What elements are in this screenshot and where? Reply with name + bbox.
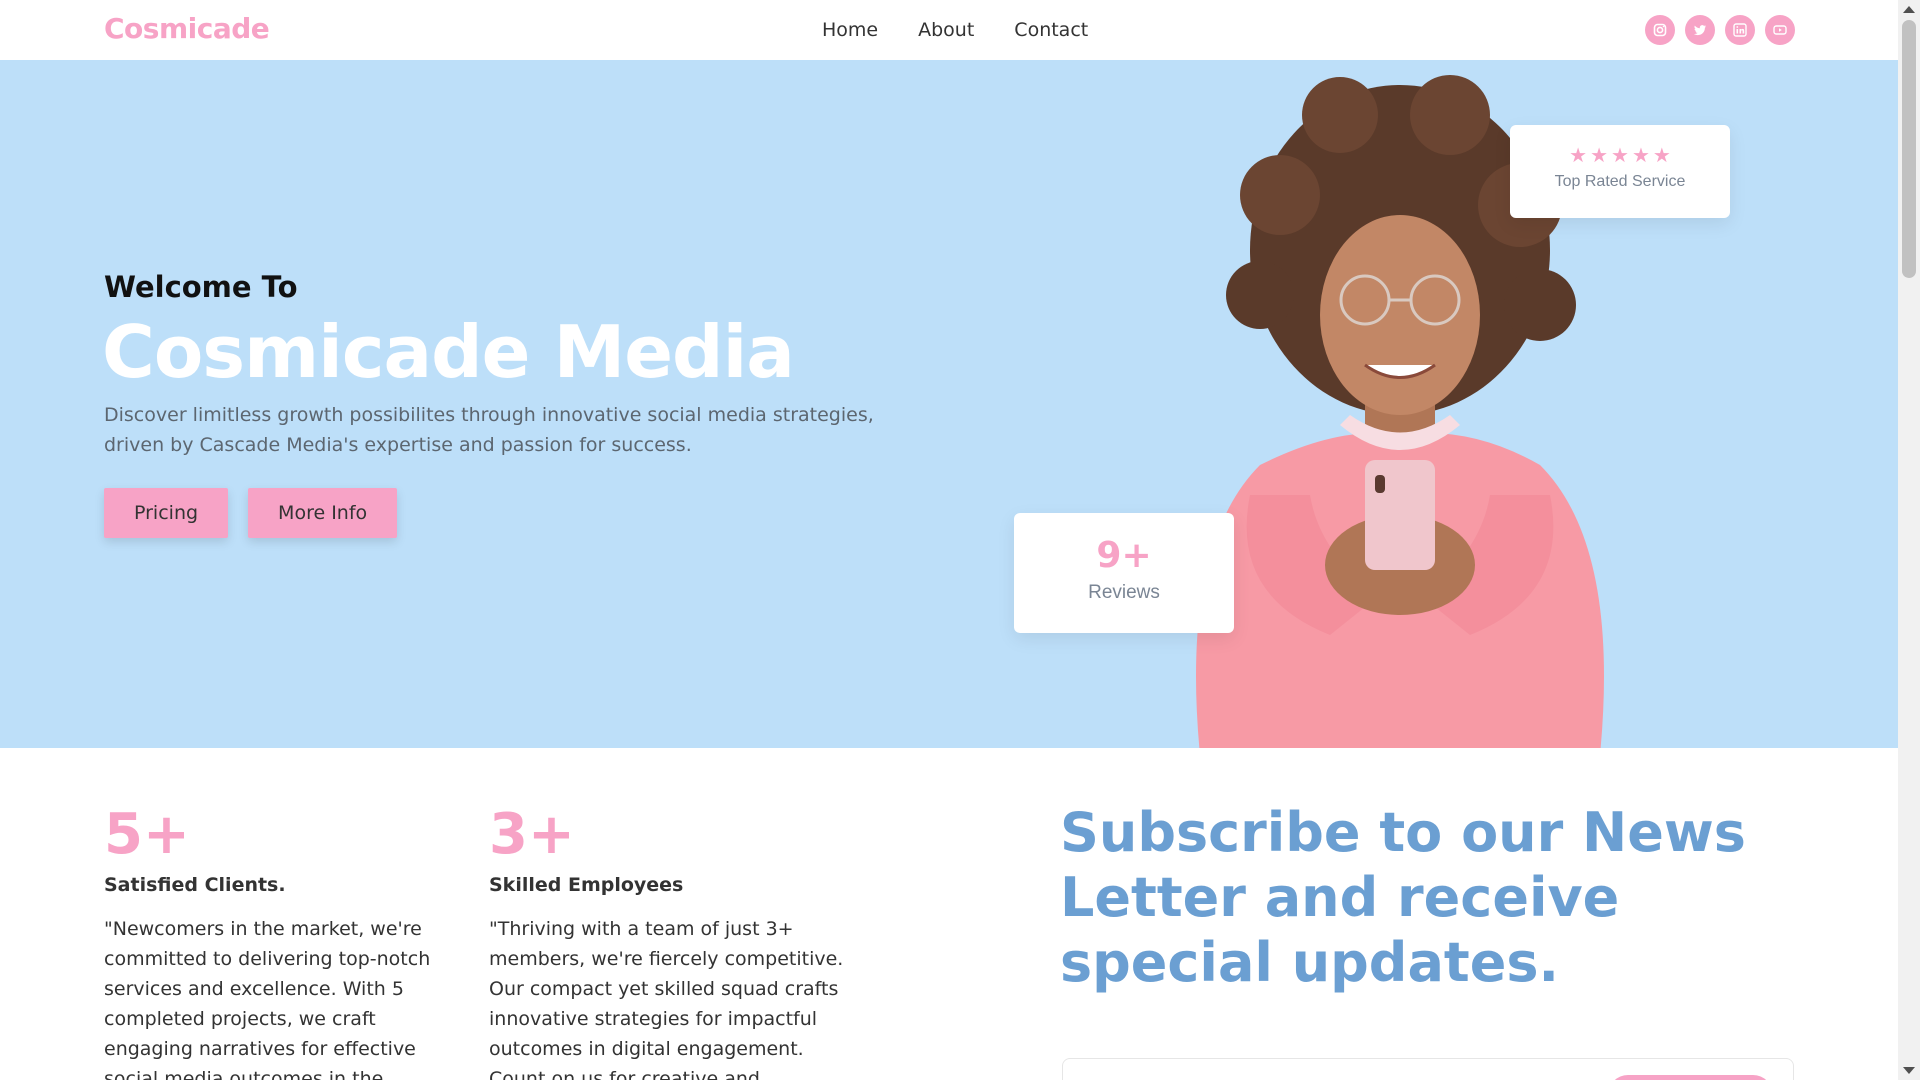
navbar: Cosmicade Home About Contact bbox=[0, 0, 1898, 60]
rating-stars: ★ ★ ★ ★ ★ bbox=[1510, 145, 1730, 165]
stat-number: 3+ bbox=[489, 802, 575, 867]
stat-clients: 5+ Satisfied Clients. "Newcomers in the … bbox=[104, 800, 464, 1080]
nav-links: Home About Contact bbox=[822, 19, 1088, 41]
stat-text: "Newcomers in the market, we're committe… bbox=[104, 918, 431, 1080]
stat-number: 5+ bbox=[104, 802, 190, 867]
pricing-button[interactable]: Pricing bbox=[104, 488, 229, 538]
nav-link-contact[interactable]: Contact bbox=[1014, 19, 1088, 41]
reviews-card: 9+ Reviews bbox=[1014, 513, 1234, 633]
star-icon: ★ bbox=[1652, 143, 1671, 167]
hero-description: Discover limitless growth possibilites t… bbox=[104, 404, 874, 456]
star-icon: ★ bbox=[1569, 143, 1588, 167]
hero-section: Welcome To Cosmicade Media Discover limi… bbox=[0, 60, 1898, 748]
stat-title: Satisfied Clients. bbox=[104, 874, 286, 896]
twitter-icon[interactable] bbox=[1685, 15, 1715, 45]
subscribe-title: Subscribe to our News Letter and receive… bbox=[1060, 801, 1746, 994]
page-scrollbar[interactable] bbox=[1898, 0, 1920, 1080]
nav-link-about[interactable]: About bbox=[918, 19, 974, 41]
stat-text: "Thriving with a team of just 3+ members… bbox=[489, 918, 844, 1080]
social-links bbox=[1645, 15, 1795, 45]
scroll-up-icon[interactable] bbox=[1903, 6, 1915, 13]
star-icon: ★ bbox=[1611, 143, 1629, 167]
hero-title: Cosmicade Media bbox=[102, 310, 795, 394]
hero-welcome: Welcome To bbox=[104, 270, 298, 304]
top-rated-label: Top Rated Service bbox=[1554, 173, 1686, 190]
reviews-count: 9+ bbox=[1096, 535, 1152, 576]
youtube-icon[interactable] bbox=[1765, 15, 1795, 45]
more-info-button[interactable]: More Info bbox=[248, 488, 398, 538]
stat-title: Skilled Employees bbox=[489, 874, 684, 896]
hero-buttons: Pricing More Info bbox=[104, 488, 398, 538]
top-rated-card: ★ ★ ★ ★ ★ Top Rated Service bbox=[1510, 125, 1730, 218]
instagram-icon[interactable] bbox=[1645, 15, 1675, 45]
star-icon: ★ bbox=[1590, 143, 1609, 167]
scroll-down-icon[interactable] bbox=[1903, 1067, 1915, 1074]
linkedin-icon[interactable] bbox=[1725, 15, 1755, 45]
brand-logo[interactable]: Cosmicade bbox=[104, 12, 270, 45]
subscribe-form[interactable] bbox=[1062, 1058, 1794, 1080]
reviews-label: Reviews bbox=[1088, 582, 1160, 603]
stat-employees: 3+ Skilled Employees "Thriving with a te… bbox=[489, 800, 849, 1080]
scrollbar-thumb[interactable] bbox=[1902, 20, 1916, 278]
nav-link-home[interactable]: Home bbox=[822, 19, 878, 41]
star-icon: ★ bbox=[1631, 143, 1650, 167]
subscribe-button[interactable] bbox=[1608, 1075, 1773, 1080]
